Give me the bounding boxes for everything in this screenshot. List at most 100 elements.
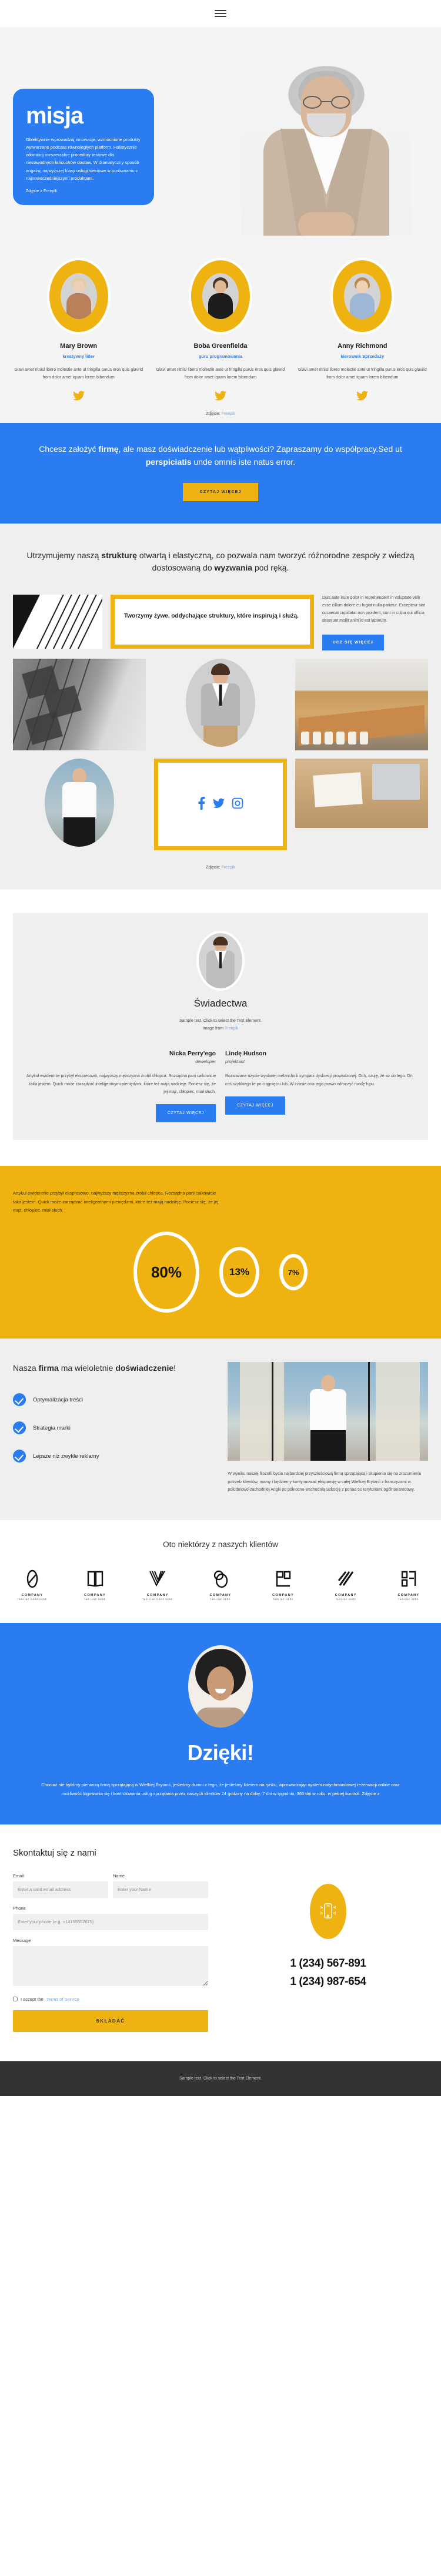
submit-button[interactable]: SKŁADAĆ [13, 2010, 208, 2032]
message-field[interactable] [13, 1946, 208, 1986]
phone-number-2[interactable]: 1 (234) 987-654 [228, 1973, 428, 1991]
terms-of-service-link[interactable]: Terms of Service [46, 1997, 79, 2002]
gallery-cell [295, 758, 428, 850]
testimonials-subtitle-line2: Image from [202, 1026, 225, 1031]
twitter-icon[interactable] [295, 391, 430, 403]
avatar-image [344, 273, 381, 319]
statistics-section: Artykuł ewidentnie przybył ekspresowo, n… [0, 1166, 441, 1339]
hero-card: misja Obiektywnie wprowadzaj innowacje, … [13, 89, 154, 205]
shirt-v-shape [304, 129, 349, 194]
feature-item: Lepsze niż zwykłe reklamy [13, 1450, 217, 1463]
learn-more-button[interactable]: UCZ SIĘ WIĘCEJ [322, 634, 385, 650]
gallery-cell [295, 658, 428, 750]
stat-ring: 13% [219, 1247, 259, 1298]
statistics-paragraph: Artykuł ewidentnie przybył ekspresowo, n… [13, 1190, 219, 1213]
footer-text: Sample text. Click to select the Text El… [179, 2076, 262, 2081]
thanks-paragraph: Chociaż nie byliśmy pierwszą firmą sprzą… [41, 1782, 400, 1797]
testimonial-text: Artykuł ewidentnie przybył ekspresowo, n… [26, 1074, 216, 1094]
social-links-box [154, 758, 287, 850]
avatar [333, 260, 392, 332]
client-tagline: TAG LINE GOES HERE [142, 1598, 173, 1601]
instagram-icon[interactable] [232, 797, 243, 811]
phone-field[interactable] [13, 1913, 208, 1930]
client-tagline: TAGLINE GOES HERE [17, 1598, 48, 1601]
statistics-rings-chart: 80% 13% 7% [13, 1232, 428, 1313]
desk-workspace-image [295, 758, 428, 828]
client-logo: COMPANY TAGLINE GOES HERE [14, 1569, 51, 1601]
twitter-icon[interactable] [213, 798, 225, 811]
email-name-row: Email Name [13, 1873, 208, 1898]
gallery-cell [154, 658, 287, 750]
check-icon [13, 1393, 26, 1407]
hero-paragraph: Obiektywnie wprowadzaj innowacje, wzmocn… [26, 137, 141, 181]
experience-heading-part-2: ma wieloletnie [58, 1363, 116, 1373]
member-name: Mary Brown [60, 343, 98, 350]
structure-heading-part-1: Utrzymujemy naszą [26, 550, 102, 560]
member-bio: Glavi amet ritnisl libero molestie ante … [298, 368, 427, 380]
site-footer: Sample text. Click to select the Text El… [0, 2061, 441, 2096]
accept-terms-checkbox[interactable] [13, 1997, 18, 2002]
testimonial-name: Lindę Hudson [225, 1050, 266, 1058]
building-facade-image [13, 658, 146, 750]
conference-room-image [295, 658, 428, 750]
gallery-cell [154, 758, 287, 850]
contact-phone-block: 1 (234) 567-891 1 (234) 987-654 [228, 1873, 428, 1991]
credit-prefix: Zdjęcie: [206, 865, 222, 870]
member-role: kreatywny lider [62, 354, 95, 359]
name-label: Name [113, 1873, 125, 1879]
facebook-icon[interactable] [198, 796, 206, 812]
site-header [0, 0, 441, 27]
message-label: Message [13, 1937, 31, 1943]
pointing-businessman-image [186, 658, 255, 747]
name-field[interactable] [113, 1881, 208, 1898]
burger-line [215, 16, 226, 17]
testimonial-read-more-button[interactable]: CZYTAJ WIĘCEJ [225, 1096, 286, 1115]
client-name: COMPANY [84, 1593, 106, 1597]
email-field[interactable] [13, 1881, 108, 1898]
testimonial-avatar [199, 933, 242, 988]
experience-paragraph: W wyniku naszej filozofii bycia najbardz… [228, 1472, 422, 1492]
cta-section: Chcesz założyć firmę, ale masz doświadcz… [0, 423, 441, 524]
feature-item: Strategia marki [13, 1421, 217, 1435]
credit-link[interactable]: Freepik [225, 1027, 238, 1031]
structure-heading-part-3: pod ręką. [252, 563, 289, 573]
cta-bold-perspiciatis: perspiciatis [145, 457, 192, 467]
client-name: COMPANY [146, 1593, 169, 1597]
oval-mark-icon [14, 1569, 51, 1589]
gallery-cell [13, 658, 146, 750]
client-name: COMPANY [397, 1593, 420, 1597]
structure-heading-bold-strukture: strukturę [101, 550, 137, 560]
bracket-mark-icon [390, 1569, 427, 1589]
client-tagline: TAGLINE HERE [210, 1598, 231, 1601]
client-logo: COMPANY TAG LINE HERE [77, 1569, 113, 1601]
client-logo: COMPANY TAGLINE HERE [265, 1569, 302, 1601]
experience-heading: Nasza firma ma wieloletnie doświadczenie… [13, 1362, 217, 1374]
team-member-card: Boba Greenfielda guru programowania Glav… [152, 260, 288, 403]
testimonials-panel: Świadectwa Sample text. Click to select … [13, 913, 428, 1141]
credit-link[interactable]: Freepik [222, 866, 235, 870]
credit-link[interactable]: Freepik [222, 412, 235, 416]
client-logo: COMPANY TAGLINE HERE [390, 1569, 427, 1601]
structure-text-block: Duis aute irure dolor in reprehenderit i… [322, 595, 428, 650]
twitter-icon[interactable] [11, 391, 146, 403]
cta-read-more-button[interactable]: CZYTAJ WIĘCEJ [183, 482, 258, 501]
clients-title: Oto niektórzy z naszych klientów [163, 1539, 278, 1549]
gallery-section: Zdjęcie: Freepik [0, 650, 441, 890]
client-name: COMPANY [21, 1593, 44, 1597]
gallery-row [13, 758, 428, 850]
cta-part-2: , ale masz doświadczenie lub wątpliwości… [118, 444, 402, 454]
stat-ring: 7% [279, 1254, 308, 1291]
feature-label: Lepsze niż zwykłe reklamy [33, 1453, 99, 1460]
client-name: COMPANY [335, 1593, 357, 1597]
phone-number-1[interactable]: 1 (234) 567-891 [228, 1954, 428, 1973]
avatar [191, 260, 250, 332]
structure-quote-card: Tworzymy żywe, oddychające struktury, kt… [111, 594, 314, 649]
client-tagline: TAGLINE HERE [335, 1598, 356, 1601]
testimonial-read-more-button[interactable]: CZYTAJ WIĘCEJ [155, 1104, 216, 1123]
chevron-lines-mark-icon [139, 1569, 176, 1589]
check-icon [13, 1450, 26, 1463]
twitter-icon[interactable] [152, 391, 288, 403]
experience-section: Nasza firma ma wieloletnie doświadczenie… [0, 1339, 441, 1520]
testimonials-section: Świadectwa Sample text. Click to select … [0, 889, 441, 1166]
hamburger-menu-icon[interactable] [215, 10, 226, 17]
